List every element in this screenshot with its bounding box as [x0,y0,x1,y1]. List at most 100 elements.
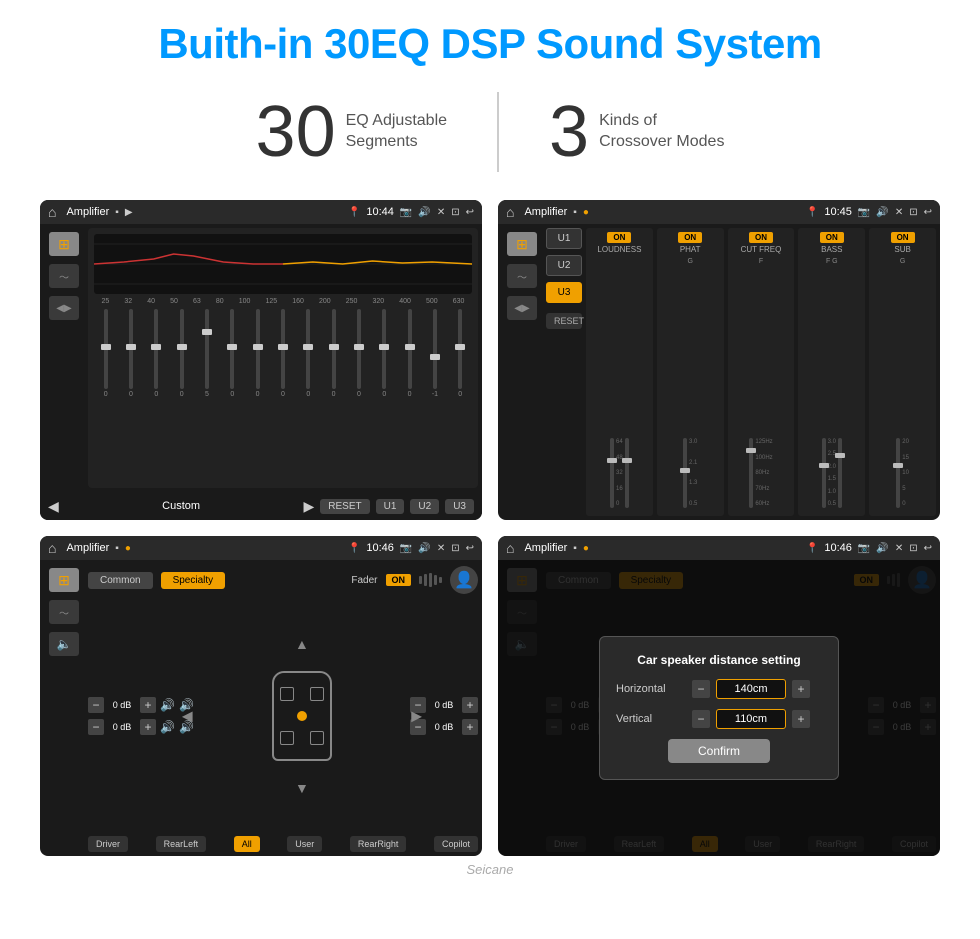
phat-toggle[interactable]: ON [678,232,702,243]
screen1-app-name: Amplifier [66,206,109,218]
close-icon-3[interactable]: ✕ [437,543,445,554]
eq-screen: ⊞ 〜 ◀▶ [40,224,482,520]
vol-rl-plus[interactable]: + [140,719,156,735]
back-icon-4[interactable]: ↩ [924,543,932,554]
all-btn[interactable]: All [234,836,260,852]
dialog-overlay: Car speaker distance setting Horizontal … [498,560,940,856]
user-icon[interactable]: 👤 [450,566,478,594]
window-icon-2: ⊡ [909,207,917,218]
vol-rl-row: − 0 dB + 🔊 🔊 [88,719,194,735]
dsp-cutfreq-channel: ON CUT FREQ F 125Hz 100Hz [728,228,795,516]
back-icon-2[interactable]: ↩ [924,207,932,218]
car-body [272,671,332,761]
spec-sidebar-vol[interactable]: 🔈 [49,632,79,656]
home-icon-4[interactable]: ⌂ [506,540,514,556]
eq-slider-8: 0 [297,307,320,398]
vol-fl-row: − 0 dB + 🔊 🔊 [88,697,194,713]
rearleft-btn[interactable]: RearLeft [156,836,207,852]
home-icon-2[interactable]: ⌂ [506,204,514,220]
eq-sidebar-wave[interactable]: 〜 [49,264,79,288]
u3-button[interactable]: U3 [445,499,474,514]
vol-fl-plus[interactable]: + [140,697,156,713]
bar4 [434,575,437,585]
vertical-plus[interactable]: + [792,710,810,728]
close-icon-2[interactable]: ✕ [895,207,903,218]
bass-toggle[interactable]: ON [820,232,844,243]
horizontal-value: 140cm [716,679,786,699]
dsp-reset-btn[interactable]: RESET [546,313,582,329]
spec-main: ⊞ 〜 🔈 Common Specialty [40,560,482,856]
bar2 [424,574,427,586]
dsp-u2-btn[interactable]: U2 [546,255,582,276]
dsp-sidebar-sliders[interactable]: ⊞ [507,232,537,256]
back-icon-3[interactable]: ↩ [466,543,474,554]
cutfreq-toggle[interactable]: ON [749,232,773,243]
horizontal-plus[interactable]: + [792,680,810,698]
eq-slider-3: 0 [170,307,193,398]
eq-main: ⊞ 〜 ◀▶ [40,224,482,492]
eq-slider-10: 0 [347,307,370,398]
eq-sidebar-vol[interactable]: ◀▶ [49,296,79,320]
eq-next-btn[interactable]: ▶ [303,498,314,515]
screen2: ⌂ Amplifier ▪ ● 📍 10:45 📷 🔊 ✕ ⊡ ↩ ⊞ [498,200,940,520]
screen1: ⌂ Amplifier ▪ ▶ 📍 10:44 📷 🔊 ✕ ⊡ ↩ ⊞ [40,200,482,520]
loudness-toggle[interactable]: ON [607,232,631,243]
confirm-button[interactable]: Confirm [668,739,770,763]
sub-toggle[interactable]: ON [891,232,915,243]
volume-icon: 🔊 [418,207,430,218]
fader-toggle[interactable]: ON [386,574,412,586]
vol-fl-val: 0 dB [108,700,136,710]
dsp-sidebar-vol[interactable]: ◀▶ [507,296,537,320]
rearright-btn[interactable]: RearRight [350,836,407,852]
camera-icon-3: 📷 [400,543,412,554]
eq-prev-btn[interactable]: ◀ [48,498,59,515]
vol-rl-minus[interactable]: − [88,719,104,735]
screen4-app-name: Amplifier [524,542,567,554]
spec-sidebar-wave[interactable]: 〜 [49,600,79,624]
u2-button[interactable]: U2 [410,499,439,514]
home-icon[interactable]: ⌂ [48,204,56,220]
spec-sidebar-sliders[interactable]: ⊞ [49,568,79,592]
eq-slider-7: 0 [271,307,294,398]
eq-freq-labels: 25 32 40 50 63 80 100 125 160 200 250 32… [94,298,472,305]
fader-label: Fader [351,575,377,586]
edit-icon-4: ▪ [573,543,577,554]
vertical-minus[interactable]: − [692,710,710,728]
back-icon[interactable]: ↩ [466,207,474,218]
specialty-tab[interactable]: Specialty [161,572,226,589]
dsp-screen: ⊞ 〜 ◀▶ U1 U2 U3 [498,224,940,520]
vertical-label: Vertical [616,713,686,725]
vol-fr-val: 0 dB [430,700,458,710]
car-arrow-top[interactable]: ▲ [295,636,309,652]
driver-btn[interactable]: Driver [88,836,128,852]
car-arrow-right[interactable]: ▶ [411,708,422,725]
eq-sidebar-sliders[interactable]: ⊞ [49,232,79,256]
common-tab[interactable]: Common [88,572,153,589]
vol-fr-plus[interactable]: + [462,697,478,713]
home-icon-3[interactable]: ⌂ [48,540,56,556]
bar1 [419,576,422,584]
car-seat-fl [280,687,294,701]
spec-car-area: − 0 dB + 🔊 🔊 − 0 dB + [88,602,478,830]
car-arrow-bottom[interactable]: ▼ [295,780,309,796]
horizontal-minus[interactable]: − [692,680,710,698]
dsp-u3-btn[interactable]: U3 [546,282,582,303]
vol-rr-plus[interactable]: + [462,719,478,735]
edit-icon: ▪ [115,207,119,218]
screen3-app-name: Amplifier [66,542,109,554]
camera-icon-2: 📷 [858,207,870,218]
bar5 [439,577,442,583]
close-icon[interactable]: ✕ [437,207,445,218]
dsp-u1-btn[interactable]: U1 [546,228,582,249]
car-seat-rl [280,731,294,745]
dsp-sidebar-wave[interactable]: 〜 [507,264,537,288]
eq-slider-0: 0 [94,307,117,398]
vol-fl-minus[interactable]: − [88,697,104,713]
reset-button[interactable]: RESET [320,499,369,514]
watermark: Seicane [40,862,940,877]
user-btn[interactable]: User [287,836,322,852]
close-icon-4[interactable]: ✕ [895,543,903,554]
u1-button[interactable]: U1 [376,499,405,514]
car-arrow-left[interactable]: ◀ [182,708,193,725]
copilot-btn[interactable]: Copilot [434,836,478,852]
